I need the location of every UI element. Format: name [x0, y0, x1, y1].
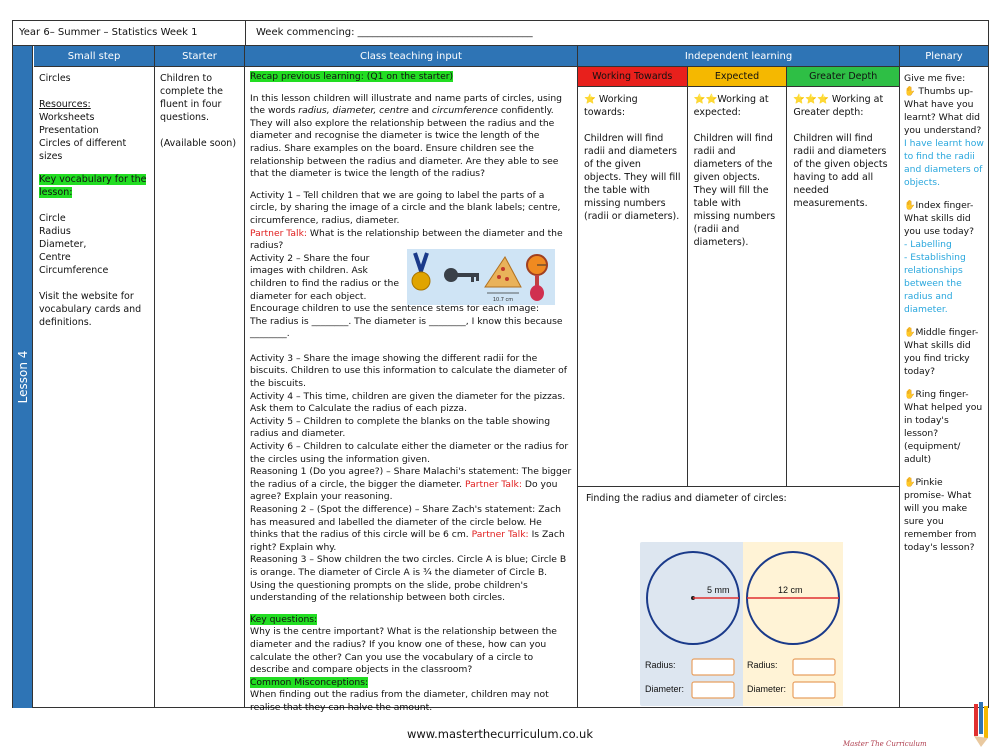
- hand-icon: ✋: [904, 389, 916, 400]
- week-commencing: Week commencing: _______________________…: [256, 27, 533, 38]
- index-finger: ✋Index finger- What skills did you use t…: [904, 200, 974, 237]
- lesson-number: Lesson 4: [15, 350, 30, 404]
- intro-paragraph: In this lesson children will illustrate …: [250, 92, 562, 180]
- activity-3: Activity 3 – Share the image showing the…: [250, 352, 567, 390]
- gd-text: Children will find radii and diameters o…: [793, 133, 888, 209]
- star-icon: ⭐⭐: [693, 94, 718, 105]
- independent-header: Independent learning: [578, 46, 899, 67]
- star-icon: ⭐⭐⭐: [793, 94, 829, 105]
- independent-column: Independent learning Working Towards Exp…: [578, 46, 900, 708]
- ex-text: Children will find radii and diameters o…: [693, 133, 776, 248]
- diameter-input-b[interactable]: [792, 681, 836, 699]
- resources-label: Resources:: [39, 99, 91, 110]
- svg-text:Radius:: Radius:: [645, 660, 676, 670]
- activity-6: Activity 6 – Children to calculate eithe…: [250, 441, 569, 465]
- brand-signature: Master The Curriculum: [843, 740, 927, 748]
- lesson-plan: Year 6– Summer – Statistics Week 1 Week …: [12, 20, 989, 713]
- pencil-logo-icon: [974, 702, 988, 747]
- resource-item: Worksheets: [39, 112, 95, 123]
- thumbs-up: ✋ Thumbs up- What have you learnt? What …: [904, 86, 982, 136]
- activity-2: Activity 2 – Share the four images with …: [250, 252, 400, 302]
- thumb-icon: ✋: [904, 86, 916, 97]
- working-towards-tab: Working Towards: [578, 67, 688, 86]
- pinkie-promise: ✋Pinkie promise- What will you make sure…: [904, 477, 977, 553]
- reasoning-3: Reasoning 3 – Show children the two circ…: [250, 554, 567, 578]
- activity-5: Activity 5 – Children to complete the bl…: [250, 415, 551, 440]
- plenary-header: Plenary: [900, 46, 988, 67]
- recap-label: Recap previous learning: (Q1 on the star…: [250, 71, 454, 82]
- footer-url[interactable]: www.masterthecurriculum.co.uk: [0, 727, 1000, 741]
- class-teaching-header: Class teaching input: [245, 46, 577, 67]
- greater-depth-tab: Greater Depth: [787, 67, 899, 86]
- activity-4: Activity 4 – This time, children are giv…: [250, 390, 566, 415]
- circle-a-label: 5 mm: [707, 585, 730, 595]
- differentiation-content: ⭐ Working towards: Children will find ra…: [578, 87, 899, 487]
- index-answer-1: - Labelling: [904, 239, 952, 250]
- step-title: Circles: [39, 73, 71, 84]
- index-answer-2: - Establishing relationships between the…: [904, 252, 966, 315]
- wt-text: Children will find radii and diameters o…: [584, 133, 681, 222]
- small-step-header: Small step: [34, 46, 154, 67]
- plenary-intro: Give me five:: [904, 73, 966, 84]
- key-questions-label: Key questions:: [250, 613, 318, 625]
- starter-header: Starter: [155, 46, 244, 67]
- activity-1: Activity 1 – Tell children that we are g…: [250, 189, 561, 226]
- vocab-item: Diameter,: [39, 239, 87, 250]
- circle-b-label: 12 cm: [778, 585, 803, 595]
- starter-column: Starter Children to complete the fluent …: [155, 46, 245, 708]
- small-step-column: Small step Circles Resources: Worksheets…: [34, 46, 155, 708]
- star-icon: ⭐: [584, 94, 596, 105]
- svg-text:Diameter:: Diameter:: [645, 684, 684, 694]
- class-teaching-column: Class teaching input Recap previous lear…: [245, 46, 578, 713]
- radius-input-b[interactable]: [792, 658, 836, 676]
- differentiation-row: Working Towards Expected Greater Depth: [578, 67, 899, 87]
- circle-measure-panel: 5 mm 12 cm Radius: Diameter: Radius: Dia…: [640, 542, 843, 706]
- resource-item: Circles of different sizes: [39, 138, 127, 162]
- vocab-item: Centre: [39, 252, 71, 263]
- vocab-item: Radius: [39, 226, 71, 237]
- radius-input-a[interactable]: [691, 658, 735, 676]
- starter-text: Children to complete the fluent in four …: [160, 73, 223, 123]
- objects-images: 10.7 cm: [407, 248, 555, 305]
- reasoning-1: Reasoning 1 (Do you agree?) – Share Mala…: [250, 466, 572, 503]
- svg-text:10.7 cm: 10.7 cm: [493, 297, 513, 303]
- ring-finger: ✋Ring finger- What helped you in today's…: [904, 389, 983, 465]
- website-note: Visit the website for vocabulary cards a…: [39, 291, 142, 328]
- expected-tab: Expected: [687, 67, 788, 86]
- starter-available: (Available soon): [160, 138, 237, 149]
- circles-diagram: 5 mm 12 cm Radius: Diameter: Radius: Dia…: [645, 542, 843, 706]
- resource-item: Presentation: [39, 125, 99, 136]
- vocab-item: Circle: [39, 213, 66, 224]
- vocab-item: Circumference: [39, 265, 109, 276]
- svg-text:Radius:: Radius:: [747, 660, 778, 670]
- svg-text:Diameter:: Diameter:: [747, 684, 786, 694]
- misconceptions-label: Common Misconceptions:: [250, 676, 369, 688]
- thumbs-up-answer: I have learnt how to find the radii and …: [904, 138, 984, 188]
- misconceptions: When finding out the radius from the dia…: [250, 689, 549, 713]
- key-vocab-label: Key vocabulary for the lesson:: [39, 174, 147, 198]
- hand-icon: ✋: [904, 200, 916, 211]
- questioning-prompts: Using the questioning prompts on the sli…: [250, 579, 528, 604]
- sentence-stem: The radius is ________. The diameter is …: [250, 315, 563, 340]
- finding-title: Finding the radius and diameter of circl…: [586, 493, 787, 504]
- hand-icon: ✋: [904, 477, 916, 488]
- header-row: Year 6– Summer – Statistics Week 1 Week …: [13, 21, 988, 46]
- reasoning-2: Reasoning 2 – (Spot the difference) – Sh…: [250, 504, 565, 553]
- lesson-side-label: Lesson 4: [13, 46, 33, 708]
- header-divider: [245, 21, 246, 45]
- key-questions: Why is the centre important? What is the…: [250, 626, 557, 676]
- hand-icon: ✋: [904, 327, 916, 338]
- diameter-input-a[interactable]: [691, 681, 735, 699]
- plenary-column: Plenary Give me five: ✋ Thumbs up- What …: [900, 46, 988, 708]
- encourage-text: Encourage children to use the sentence s…: [250, 303, 540, 315]
- header-title: Year 6– Summer – Statistics Week 1: [19, 27, 198, 38]
- middle-finger: ✋Middle finger- What skills did you find…: [904, 327, 979, 377]
